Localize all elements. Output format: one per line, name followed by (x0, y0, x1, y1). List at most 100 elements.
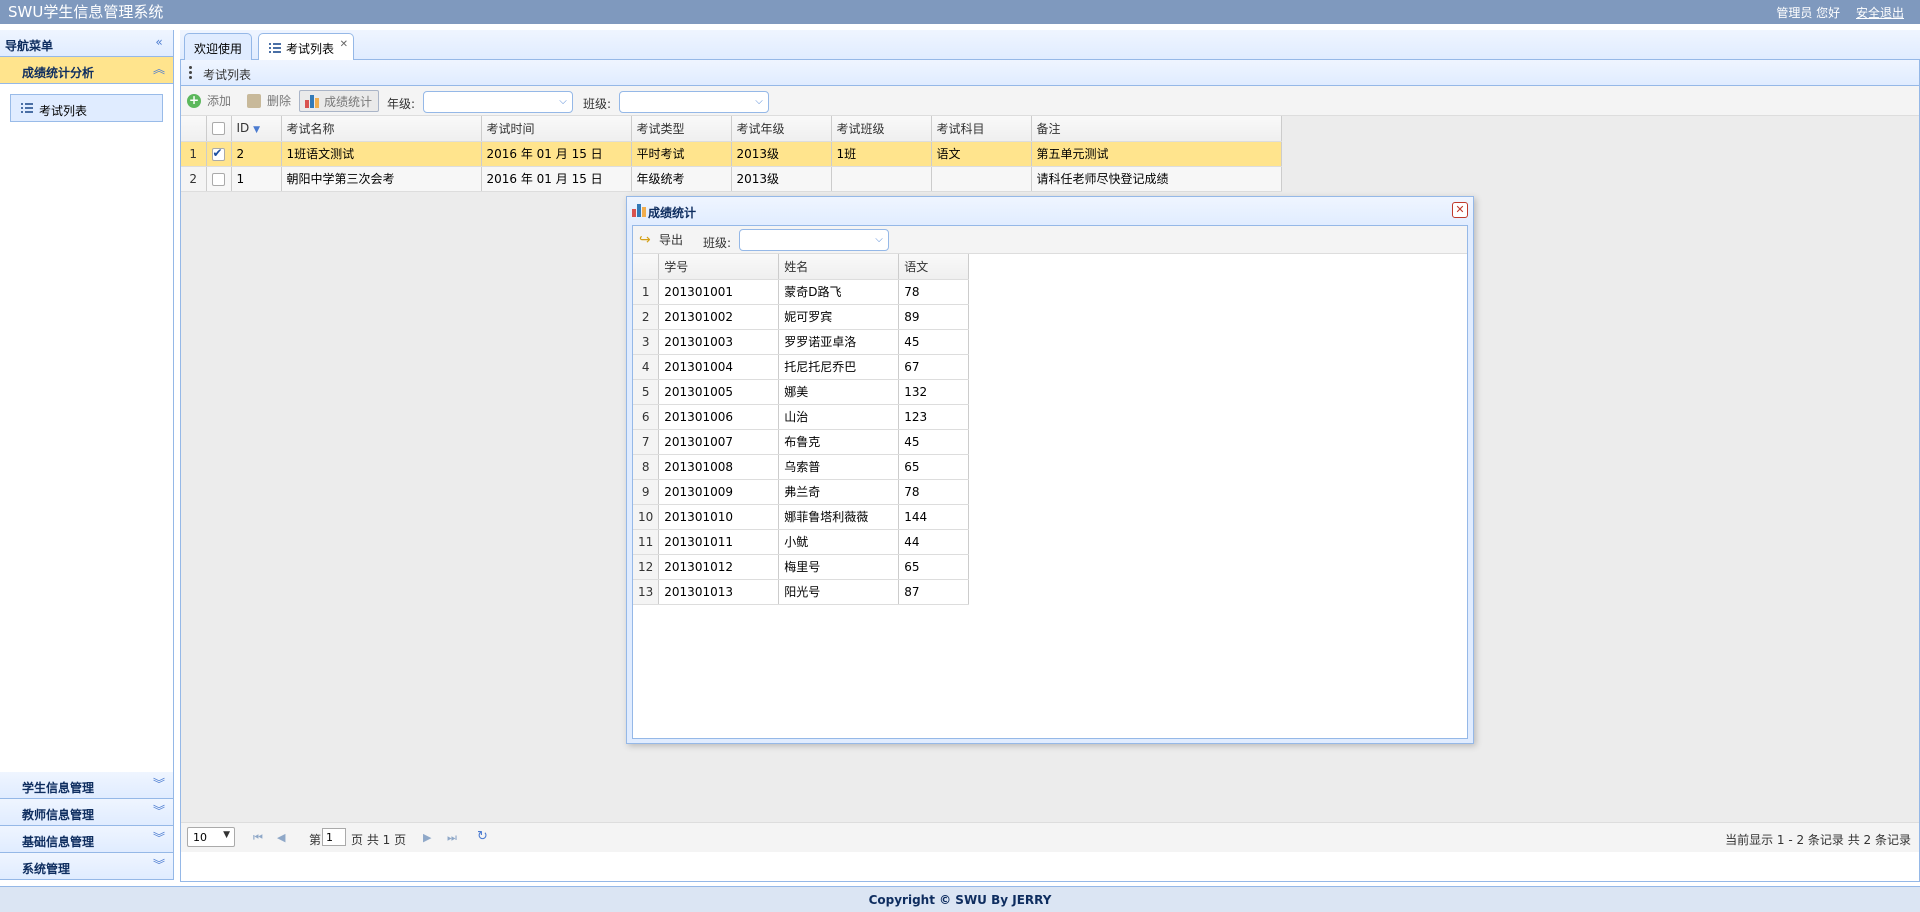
page-size-select[interactable]: 10 ▼ (187, 827, 235, 847)
cell-student-name: 妮可罗宾 (778, 304, 900, 330)
score-stats-button[interactable]: 成绩统计 (299, 90, 379, 112)
column-header-student-name[interactable]: 姓名 (778, 254, 900, 280)
score-table: 学号 姓名 语文 1 201301001 蒙奇D路飞 78 2 201301002 妮可罗宾… (633, 254, 970, 605)
tab-welcome[interactable]: 欢迎使用 (184, 33, 252, 60)
cell-grade: 2013级 (731, 141, 832, 167)
checkbox[interactable] (211, 172, 225, 186)
table-row[interactable]: 12 201301012 梅里号 65 (633, 554, 970, 580)
add-button[interactable]: + 添加 (187, 90, 233, 112)
row-number: 2 (633, 304, 660, 330)
sidebar-item-exam-list[interactable]: 考试列表 (10, 94, 163, 122)
cell-grade: 2013级 (731, 166, 832, 192)
cell-student-no: 201301006 (658, 404, 780, 430)
sidebar-section-system[interactable]: 系统管理 ︾ (0, 853, 173, 880)
cell-class (831, 166, 932, 192)
column-header-class[interactable]: 考试班级 (831, 116, 932, 142)
chevron-down-icon[interactable]: ⌵ (870, 230, 888, 250)
delete-label: 删除 (267, 94, 292, 108)
checkbox[interactable] (211, 146, 225, 161)
table-row[interactable]: 13 201301013 阳光号 87 (633, 579, 970, 605)
chevron-down-icon[interactable]: ︾ (153, 804, 165, 818)
welcome-text: 管理员 您好 (1776, 6, 1841, 20)
select-all-checkbox[interactable] (206, 116, 232, 142)
sidebar: 导航菜单 « 成绩统计分析 ︽ 考试列表 学生信息管理 ︾ 教师信息管理 ︾ 基… (0, 30, 174, 880)
cell-score: 78 (898, 279, 970, 305)
column-header-grade[interactable]: 考试年级 (731, 116, 832, 142)
cell-student-name: 乌索普 (778, 454, 900, 480)
next-page-icon[interactable]: ▶ (423, 831, 431, 844)
page-prefix: 第 (309, 833, 322, 847)
column-header-subject[interactable]: 考试科目 (931, 116, 1032, 142)
sidebar-section-teacher[interactable]: 教师信息管理 ︾ (0, 799, 173, 826)
column-header-chinese[interactable]: 语文 (898, 254, 970, 280)
table-row[interactable]: 11 201301011 小鱿 44 (633, 529, 970, 555)
cell-student-name: 梅里号 (778, 554, 900, 580)
table-row[interactable]: 5 201301005 娜美 132 (633, 379, 970, 405)
checkbox[interactable] (211, 122, 225, 136)
table-row[interactable]: 1 201301001 蒙奇D路飞 78 (633, 279, 970, 305)
page-number-input[interactable]: 1 (322, 828, 346, 846)
dialog-class-label: 班级: (703, 236, 732, 250)
column-header-remark[interactable]: 备注 (1031, 116, 1282, 142)
chevron-down-icon[interactable]: ︾ (153, 858, 165, 872)
cell-score: 123 (898, 404, 970, 430)
column-header-id[interactable]: ID ▼ (231, 116, 282, 142)
row-number: 9 (633, 479, 660, 505)
chevron-down-icon[interactable]: ⌵ (554, 92, 572, 112)
logout-link[interactable]: 安全退出 (1856, 6, 1904, 20)
footer: Copyright © SWU By JERRY (0, 886, 1920, 912)
export-button[interactable]: ↪ 导出 (639, 229, 687, 251)
table-row[interactable]: 9 201301009 弗兰奇 78 (633, 479, 970, 505)
exam-grid-header: ID ▼ 考试名称 考试时间 考试类型 考试年级 考试班级 考试科目 备注 (181, 116, 1282, 142)
row-number: 6 (633, 404, 660, 430)
chevron-down-icon[interactable]: ︾ (153, 831, 165, 845)
refresh-icon[interactable]: ↻ (477, 829, 488, 844)
close-tab-icon[interactable]: ✕ (340, 39, 348, 50)
chevron-down-icon[interactable]: ︾ (153, 777, 165, 791)
pagination-bar: 10 ▼ ⏮ ◀ 第 1 页 共 1 页 ▶ ⏭ ↻ 当前显示 1 - 2 条记… (181, 822, 1919, 852)
sidebar-section-student[interactable]: 学生信息管理 ︾ (0, 772, 173, 799)
cell-score: 78 (898, 479, 970, 505)
cell-student-name: 山治 (778, 404, 900, 430)
rownum-header (181, 116, 207, 142)
table-row[interactable]: 2 1 朝阳中学第三次会考 2016 年 01 月 15 日 年级统考 2013… (181, 166, 1282, 192)
column-header-type[interactable]: 考试类型 (631, 116, 732, 142)
table-row[interactable]: 6 201301006 山治 123 (633, 404, 970, 430)
last-page-icon[interactable]: ⏭ (447, 831, 457, 845)
sidebar-section-label: 学生信息管理 (22, 781, 95, 795)
row-checkbox-cell[interactable] (206, 166, 232, 192)
table-row[interactable]: 10 201301010 娜菲鲁塔利薇薇 144 (633, 504, 970, 530)
table-row[interactable]: 4 201301004 托尼托尼乔巴 67 (633, 354, 970, 380)
table-row[interactable]: 7 201301007 布鲁克 45 (633, 429, 970, 455)
close-icon[interactable]: ✕ (1452, 202, 1468, 218)
tab-label: 欢迎使用 (194, 42, 243, 56)
sidebar-section-basic[interactable]: 基础信息管理 ︾ (0, 826, 173, 853)
chevron-up-icon[interactable]: ︽ (153, 62, 165, 76)
collapse-left-icon[interactable]: « (153, 35, 165, 49)
dialog-class-select[interactable]: ⌵ (739, 229, 889, 251)
cell-score: 65 (898, 554, 970, 580)
cell-score: 45 (898, 429, 970, 455)
class-filter-select[interactable]: ⌵ (619, 91, 769, 113)
prev-page-icon[interactable]: ◀ (277, 831, 285, 844)
table-row[interactable]: 2 201301002 妮可罗宾 89 (633, 304, 970, 330)
page-suffix: 页 共 1 页 (351, 833, 407, 847)
column-header-student-no[interactable]: 学号 (658, 254, 780, 280)
first-page-icon[interactable]: ⏮ (253, 831, 263, 845)
list-icon (21, 103, 33, 113)
sidebar-section-score-stats[interactable]: 成绩统计分析 ︽ (0, 57, 173, 84)
delete-button[interactable]: 删除 (247, 90, 295, 112)
tab-strip: 欢迎使用 考试列表 ✕ (180, 30, 1920, 61)
grade-filter-select[interactable]: ⌵ (423, 91, 573, 113)
table-row[interactable]: 1 2 1班语文测试 2016 年 01 月 15 日 平时考试 2013级 1… (181, 141, 1282, 167)
tab-exam-list[interactable]: 考试列表 ✕ (258, 33, 354, 61)
column-header-name[interactable]: 考试名称 (281, 116, 482, 142)
row-checkbox-cell[interactable] (206, 141, 232, 167)
chevron-down-icon[interactable]: ⌵ (750, 92, 768, 112)
table-row[interactable]: 8 201301008 乌索普 65 (633, 454, 970, 480)
cell-time: 2016 年 01 月 15 日 (481, 141, 632, 167)
column-header-time[interactable]: 考试时间 (481, 116, 632, 142)
table-row[interactable]: 3 201301003 罗罗诺亚卓洛 45 (633, 329, 970, 355)
cell-remark: 请科任老师尽快登记成绩 (1031, 166, 1282, 192)
cell-id: 2 (231, 141, 282, 167)
